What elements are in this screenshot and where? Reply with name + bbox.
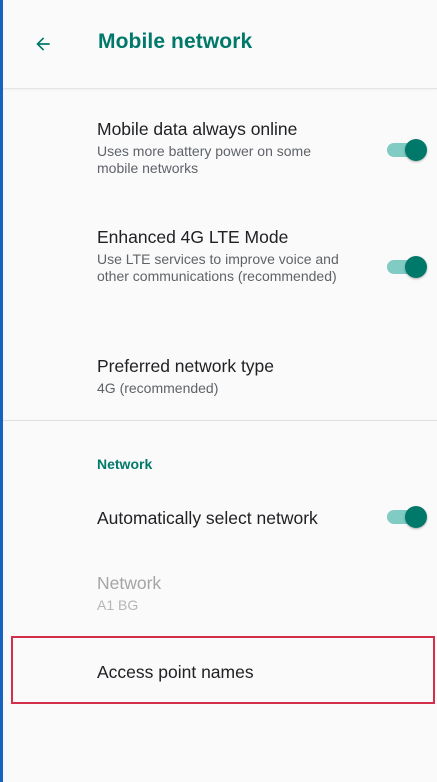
selection-highlight: [11, 636, 435, 704]
enhanced-4g-lte-switch[interactable]: [387, 254, 427, 278]
enhanced-4g-lte-item[interactable]: Enhanced 4G LTE Mode Use LTE services to…: [3, 226, 437, 326]
arrow-back-icon: [36, 37, 50, 51]
mobile-data-always-online-title: Mobile data always online: [97, 119, 298, 139]
enhanced-4g-lte-title: Enhanced 4G LTE Mode: [97, 227, 289, 247]
back-button[interactable]: [23, 26, 63, 62]
app-bar: Mobile network: [3, 0, 437, 89]
auto-select-network-item[interactable]: Automatically select network: [3, 507, 437, 547]
section-divider: [3, 420, 437, 421]
network-title: Network: [97, 573, 162, 593]
switch-thumb: [405, 139, 427, 161]
preferred-network-type-summary: 4G (recommended): [97, 380, 219, 396]
mobile-data-always-online-switch[interactable]: [387, 137, 427, 161]
switch-thumb: [405, 256, 427, 278]
network-summary: A1 BG: [97, 597, 139, 613]
mobile-data-always-online-item[interactable]: Mobile data always online Uses more batt…: [3, 118, 437, 198]
network-section-header: Network: [97, 456, 153, 472]
page-title: Mobile network: [98, 30, 253, 53]
network-item: Network A1 BG: [3, 572, 437, 622]
switch-thumb: [405, 506, 427, 528]
preferred-network-type-title: Preferred network type: [97, 356, 275, 376]
auto-select-network-title: Automatically select network: [97, 508, 318, 528]
auto-select-network-switch[interactable]: [387, 504, 427, 528]
enhanced-4g-lte-summary: Use LTE services to improve voice and ot…: [97, 251, 339, 284]
mobile-data-always-online-summary: Uses more battery power on some mobile n…: [97, 143, 311, 176]
preferred-network-type-item[interactable]: Preferred network type 4G (recommended): [3, 355, 437, 411]
